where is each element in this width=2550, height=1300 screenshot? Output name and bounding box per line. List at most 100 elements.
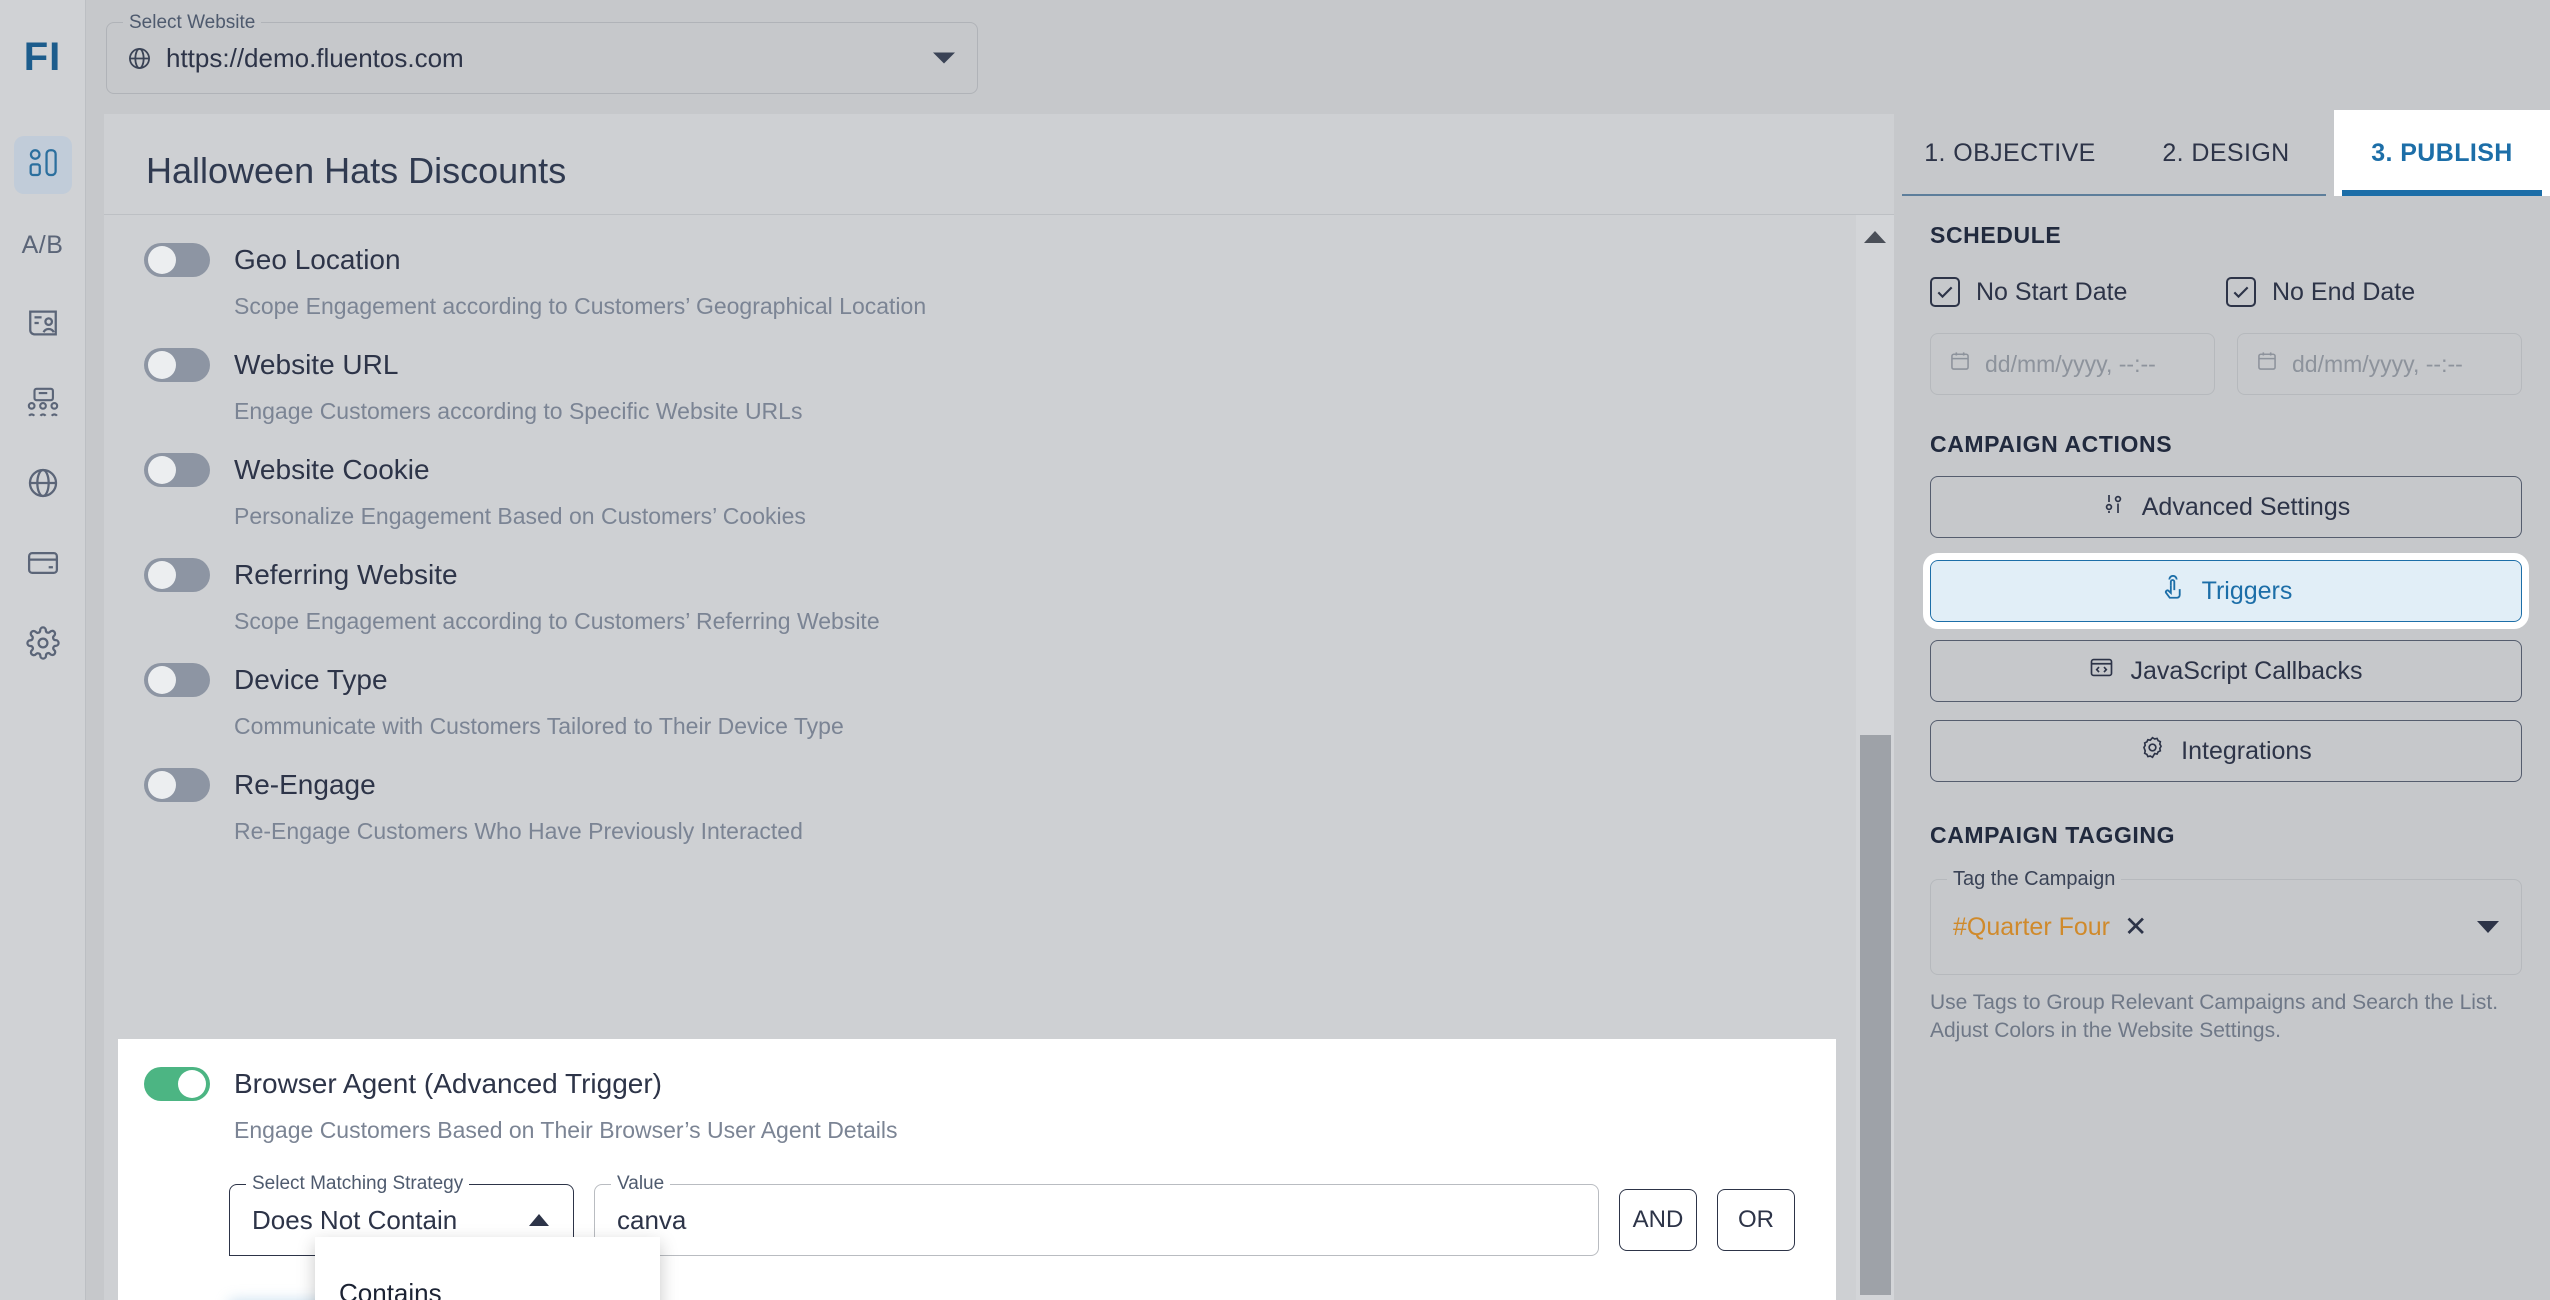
tag-chip[interactable]: #Quarter Four ✕: [1953, 913, 2147, 942]
trigger-row-referring-website[interactable]: Referring Website Scope Engagement accor…: [144, 530, 1894, 635]
schedule-section-title: SCHEDULE: [1930, 222, 2062, 248]
close-icon[interactable]: ✕: [2124, 913, 2147, 941]
code-window-icon: [2089, 655, 2114, 687]
trigger-name: Device Type: [234, 664, 388, 695]
trigger-row-geo-location[interactable]: Geo Location Scope Engagement according …: [144, 215, 1894, 320]
trigger-name: Referring Website: [234, 559, 458, 590]
end-date-input[interactable]: dd/mm/yyyy, --:--: [2237, 333, 2522, 395]
calendar-icon: [1949, 350, 1971, 378]
audience-icon: [26, 386, 60, 425]
matching-strategy-value: Does Not Contain: [252, 1204, 458, 1235]
toggle-referring-website[interactable]: [144, 558, 210, 592]
contact-card-icon: [26, 306, 60, 345]
toggle-website-cookie[interactable]: [144, 453, 210, 487]
toggle-device-type[interactable]: [144, 663, 210, 697]
chevron-down-icon[interactable]: [933, 52, 955, 64]
trigger-name: Browser Agent (Advanced Trigger): [234, 1068, 662, 1099]
tab-publish[interactable]: 3. PUBLISH: [2334, 110, 2550, 196]
javascript-callbacks-label: JavaScript Callbacks: [2130, 656, 2363, 685]
javascript-callbacks-button[interactable]: JavaScript Callbacks: [1930, 640, 2522, 702]
no-start-date-checkbox[interactable]: [1930, 277, 1960, 307]
app-logo[interactable]: FI: [0, 0, 85, 114]
tag-the-campaign-select[interactable]: Tag the Campaign #Quarter Four ✕: [1930, 868, 2522, 975]
dashboard-icon: [26, 146, 60, 185]
no-start-date-checkbox-group[interactable]: No Start Date: [1930, 277, 2226, 307]
start-date-input[interactable]: dd/mm/yyyy, --:--: [1930, 333, 2215, 395]
scrollbar-thumb[interactable]: [1860, 735, 1891, 1295]
sidebar-item-billing[interactable]: [14, 536, 72, 594]
sidebar-item-dashboard[interactable]: [13, 136, 72, 194]
trigger-name: Website Cookie: [234, 454, 430, 485]
schedule-checkbox-row: No Start Date No End Date: [1930, 277, 2522, 307]
credit-card-icon: [26, 546, 60, 585]
trigger-row-re-engage[interactable]: Re-Engage Re-Engage Customers Who Have P…: [144, 740, 1894, 845]
ab-icon: A/B: [21, 230, 64, 259]
main-panel: Halloween Hats Discounts Geo Location Sc…: [104, 114, 1894, 1300]
integrations-label: Integrations: [2181, 736, 2312, 765]
menu-top-spacer: [315, 1237, 660, 1257]
value-text: canva: [617, 1204, 687, 1235]
triggers-button[interactable]: Triggers: [1923, 553, 2529, 629]
matching-strategy-dropdown[interactable]: Contains Does Not Contain Is Equal: [315, 1237, 660, 1300]
dropdown-option-contains[interactable]: Contains: [315, 1257, 660, 1300]
wizard-tabs: 1. OBJECTIVE 2. DESIGN 3. PUBLISH: [1902, 110, 2550, 196]
trigger-row-website-url[interactable]: Website URL Engage Customers according t…: [144, 320, 1894, 425]
tap-hand-icon: [2160, 574, 2186, 608]
triggers-scroll-area: Geo Location Scope Engagement according …: [104, 215, 1894, 1300]
sidebar-item-contacts[interactable]: [14, 296, 72, 354]
value-input[interactable]: Value canva: [594, 1173, 1599, 1256]
scroll-up-arrow-icon[interactable]: [1864, 231, 1886, 243]
sidebar-item-websites[interactable]: [14, 456, 72, 514]
toggle-browser-agent[interactable]: [144, 1067, 210, 1101]
value-label: Value: [611, 1173, 671, 1195]
advanced-settings-button[interactable]: Advanced Settings: [1930, 476, 2522, 538]
trigger-name: Geo Location: [234, 244, 401, 275]
chevron-up-icon[interactable]: [529, 1214, 549, 1226]
or-button[interactable]: OR: [1717, 1189, 1795, 1251]
trigger-desc: Engage Customers according to Specific W…: [234, 398, 803, 424]
no-end-date-checkbox[interactable]: [2226, 277, 2256, 307]
trigger-row-website-cookie[interactable]: Website Cookie Personalize Engagement Ba…: [144, 425, 1894, 530]
date-inputs-row: dd/mm/yyyy, --:-- dd/mm/yyyy, --:--: [1930, 333, 2522, 395]
chevron-down-icon[interactable]: [2477, 921, 2499, 933]
tagging-help-text: Use Tags to Group Relevant Campaigns and…: [1930, 991, 2499, 1043]
trigger-desc: Re-Engage Customers Who Have Previously …: [234, 818, 803, 844]
sidebar-item-settings[interactable]: [14, 616, 72, 674]
trigger-desc: Scope Engagement according to Customers’…: [234, 608, 880, 634]
trigger-desc: Communicate with Customers Tailored to T…: [234, 713, 844, 739]
advanced-settings-label: Advanced Settings: [2141, 492, 2351, 521]
no-end-date-checkbox-group[interactable]: No End Date: [2226, 277, 2522, 307]
toggle-knob: [178, 1070, 206, 1098]
trigger-desc: Engage Customers Based on Their Browser’…: [234, 1117, 898, 1143]
sidebar-item-segments[interactable]: [14, 376, 72, 434]
toggle-re-engage[interactable]: [144, 768, 210, 802]
calendar-icon: [2256, 350, 2278, 378]
start-date-placeholder: dd/mm/yyyy, --:--: [1985, 350, 2156, 377]
website-select-label: Select Website: [123, 12, 262, 34]
sidebar-item-ab-testing[interactable]: A/B: [14, 216, 72, 274]
page-title: Halloween Hats Discounts: [146, 150, 567, 191]
toggle-knob: [148, 666, 176, 694]
gear-icon: [2140, 735, 2165, 767]
trigger-name: Re-Engage: [234, 769, 376, 800]
toggle-knob: [148, 246, 176, 274]
and-button[interactable]: AND: [1619, 1189, 1697, 1251]
left-sidebar: FI A/B: [0, 0, 86, 1300]
end-date-placeholder: dd/mm/yyyy, --:--: [2292, 350, 2463, 377]
integrations-button[interactable]: Integrations: [1930, 720, 2522, 782]
website-select[interactable]: Select Website https://demo.fluentos.com: [106, 12, 978, 94]
main-scrollbar[interactable]: [1856, 215, 1894, 1300]
no-start-date-label: No Start Date: [1976, 277, 2128, 306]
tag-chip-label: #Quarter Four: [1953, 912, 2111, 941]
globe-icon: [26, 466, 60, 505]
tab-objective[interactable]: 1. OBJECTIVE: [1902, 110, 2118, 196]
tab-design[interactable]: 2. DESIGN: [2118, 110, 2334, 196]
campaign-tagging-title: CAMPAIGN TAGGING: [1930, 822, 2176, 848]
trigger-row-device-type[interactable]: Device Type Communicate with Customers T…: [144, 635, 1894, 740]
toggle-geo-location[interactable]: [144, 243, 210, 277]
toggle-knob: [148, 561, 176, 589]
matching-strategy-label: Select Matching Strategy: [246, 1173, 470, 1195]
trigger-name: Website URL: [234, 349, 399, 380]
toggle-website-url[interactable]: [144, 348, 210, 382]
trigger-list: Geo Location Scope Engagement according …: [104, 215, 1894, 845]
